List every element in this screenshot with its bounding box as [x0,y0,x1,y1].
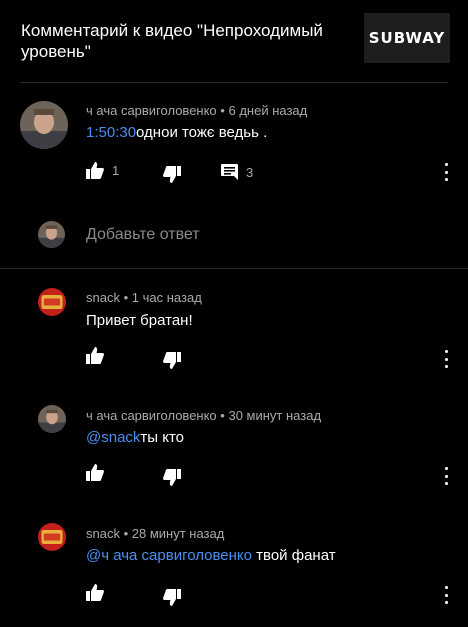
dislike-button[interactable] [163,352,181,369]
thumb-down-icon [163,166,181,183]
comment-time: 6 дней назад [228,103,308,118]
like-button[interactable]: 1 [86,162,119,179]
page-title: Комментарий к видео "Непроходимый уровен… [21,21,323,61]
reply-text: @ч ача сарвиголовенко твой фанат [86,547,336,564]
thumb-up-icon [86,464,104,481]
mention-link[interactable]: @ч ача сарвиголовенко [86,547,252,564]
reply-text: Привет братан! [86,312,193,329]
thumb-down-icon [163,589,181,606]
thumb-up-icon [86,347,104,364]
comment-text: 1:50:30однои тожє ведьь . [86,124,267,141]
comment-body: однои тожє ведьь . [136,124,268,141]
reply-time: 28 минут назад [131,526,225,541]
more-vert-icon[interactable] [443,467,449,485]
reply-author[interactable]: ч ача сарвиголовенко [86,408,217,423]
comment-icon [221,164,238,180]
like-button[interactable] [86,584,104,601]
thumb-down-icon [163,352,181,369]
dislike-button[interactable] [163,589,181,606]
thumb-down-icon [163,469,181,486]
reply-input[interactable]: Добавьте ответ [86,226,200,244]
reply-body: твой фанат [252,547,336,564]
dislike-button[interactable] [163,469,181,486]
avatar[interactable] [20,101,68,149]
comment-meta: ч ача сарвиголовенко • 6 дней назад [86,103,307,118]
more-vert-icon[interactable] [443,350,449,368]
avatar[interactable] [38,405,66,433]
meta-separator: • [220,103,225,118]
mention-link[interactable]: @snack [86,429,140,446]
thumb-up-icon [86,162,104,179]
reply-time: 30 минут назад [228,408,322,423]
more-vert-icon[interactable] [443,163,449,181]
more-vert-icon[interactable] [443,586,449,604]
avatar[interactable] [38,288,66,316]
reply-body: ты кто [140,429,185,446]
avatar[interactable] [38,523,66,551]
timestamp-link[interactable]: 1:50:30 [86,124,136,141]
dislike-button[interactable] [163,166,181,183]
comment-author[interactable]: ч ача сарвиголовенко [86,103,217,118]
like-count: 1 [112,163,120,178]
comments-header: Комментарий к видео "Непроходимый уровен… [0,0,468,82]
meta-separator: • [123,526,129,541]
like-button[interactable] [86,464,104,481]
reply-meta: snack • 1 час назад [86,290,202,305]
thumb-up-icon [86,584,104,601]
meta-separator: • [220,408,225,423]
meta-separator: • [123,290,129,305]
avatar [38,221,65,248]
reply-count: 3 [246,164,254,180]
reply-text: @snackты кто [86,429,184,446]
reply-author[interactable]: snack [86,526,120,541]
reply-time: 1 час назад [131,290,202,305]
reply-meta: ч ача сарвиголовенко • 30 минут назад [86,408,321,423]
reply-meta: snack • 28 минут назад [86,526,224,541]
header-divider [20,82,448,83]
replies-button[interactable]: 3 [221,164,253,180]
reply-body: Привет братан! [86,312,193,329]
reply-author[interactable]: snack [86,290,120,305]
section-divider [0,268,468,269]
like-button[interactable] [86,347,104,364]
video-thumbnail-logo[interactable]: SUBWAY [364,13,450,63]
